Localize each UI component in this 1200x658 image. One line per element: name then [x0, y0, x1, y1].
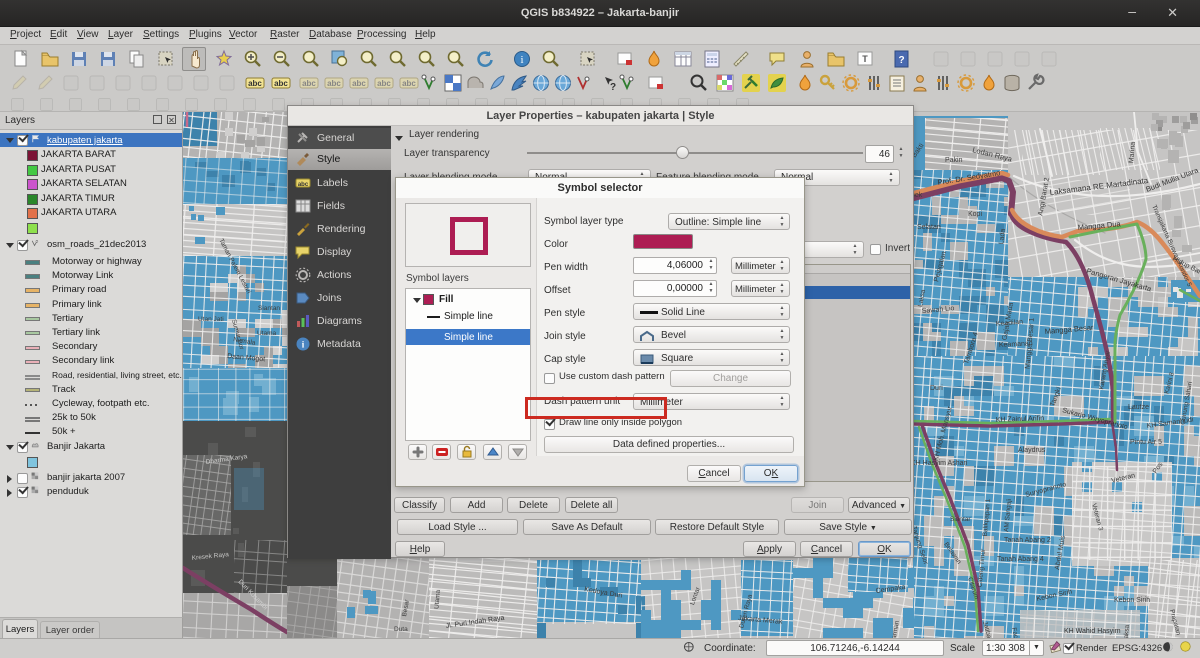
svg-text:abc: abc — [274, 79, 288, 88]
svg-text:Pintu Air 5: Pintu Air 5 — [1130, 439, 1162, 446]
svg-text:Jaksa: Jaksa — [1123, 624, 1131, 638]
svg-text:T: T — [862, 54, 868, 64]
svg-text:Kebon Sirih: Kebon Sirih — [1114, 597, 1150, 604]
svg-text:abc: abc — [377, 79, 391, 88]
svg-text:abc: abc — [302, 79, 316, 88]
svg-text:Selatan: Selatan — [917, 224, 941, 231]
svg-text:?: ? — [898, 55, 904, 66]
svg-text:Utan Jati: Utan Jati — [198, 316, 224, 323]
svg-text:abc: abc — [327, 79, 341, 88]
svg-text:Kopi: Kopi — [968, 211, 982, 218]
svg-text:KH Hasyim Ashari: KH Hasyim Ashari — [911, 460, 968, 467]
svg-text:Utama: Utama — [257, 330, 277, 337]
svg-text:abc: abc — [298, 182, 309, 188]
svg-text:i: i — [520, 54, 523, 66]
svg-text:?: ? — [610, 82, 616, 93]
svg-text:Siantar: Siantar — [950, 516, 971, 523]
svg-text:Duri: Duri — [930, 385, 943, 392]
svg-text:Lautze: Lautze — [1128, 404, 1149, 411]
svg-text:Tanah Abang 2: Tanah Abang 2 — [1004, 537, 1051, 544]
svg-text:Duta: Duta — [394, 626, 408, 633]
svg-text:KH Wahid Hasyim: KH Wahid Hasyim — [1064, 628, 1121, 635]
svg-text:Alaydrus: Alaydrus — [1018, 447, 1046, 454]
svg-text:abc: abc — [402, 79, 416, 88]
svg-text:Pakin: Pakin — [945, 157, 963, 164]
svg-text:Tanah Abang 4: Tanah Abang 4 — [997, 556, 1044, 563]
svg-text:Siantan: Siantan — [258, 305, 280, 312]
svg-text:abc: abc — [352, 79, 366, 88]
svg-text:abc: abc — [248, 79, 262, 88]
